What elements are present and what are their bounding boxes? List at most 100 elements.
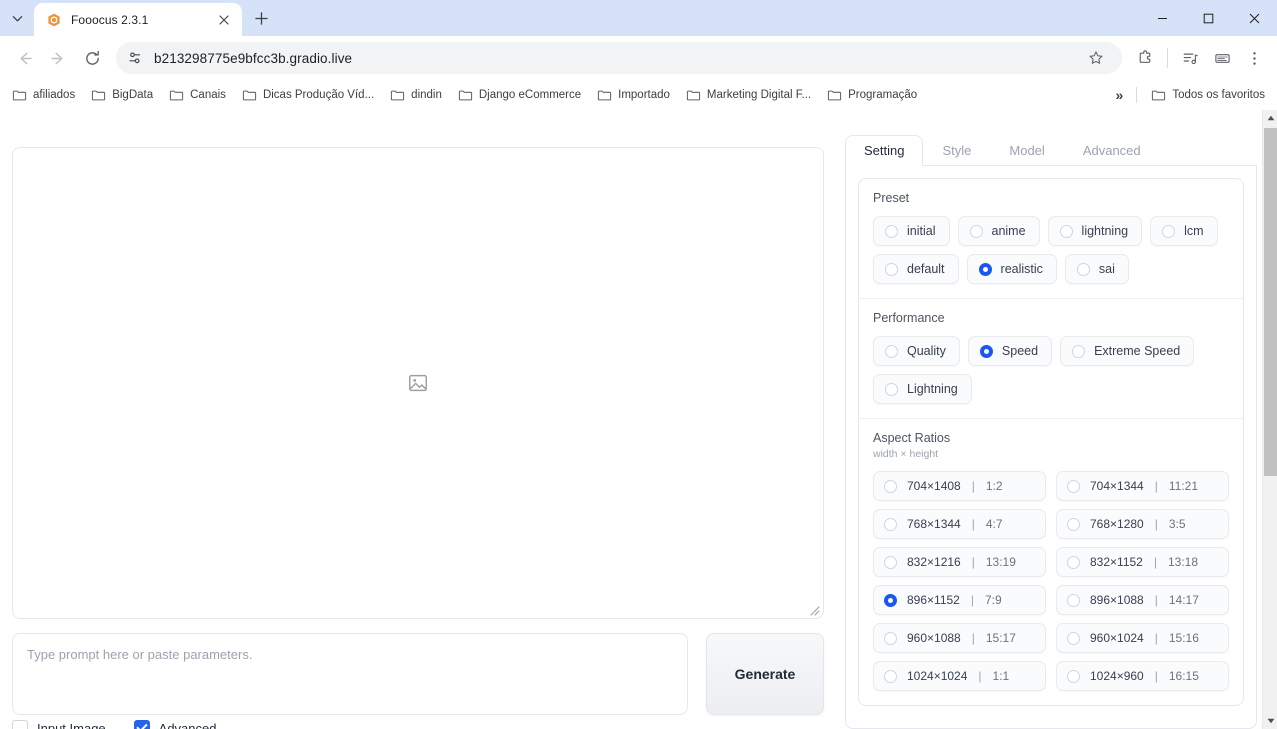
radio-icon[interactable] [885, 262, 898, 276]
options-checkbox-row: Input Image Advanced [12, 720, 216, 729]
chrome-menu-icon[interactable] [1239, 43, 1269, 73]
tab-style[interactable]: Style [923, 135, 990, 166]
bookmark-label: Django eCommerce [478, 89, 582, 101]
image-gallery[interactable] [12, 147, 824, 619]
radio-icon[interactable] [1076, 262, 1090, 276]
radio-icon[interactable] [1067, 593, 1080, 607]
preset-option-anime[interactable]: anime [957, 216, 1040, 246]
aspect-ratio-separator: | [1154, 669, 1158, 683]
performance-option-quality[interactable]: Quality [873, 336, 960, 366]
radio-icon[interactable] [1067, 555, 1080, 569]
bookmark-all-folder[interactable]: Todos os favoritos [1143, 84, 1273, 107]
advanced-checkbox[interactable]: Advanced [133, 720, 216, 729]
bookmarks-overflow-button[interactable]: » [1109, 84, 1131, 106]
preset-option-sai[interactable]: sai [1064, 254, 1129, 284]
aspect-ratio-option[interactable]: 704×1344 | 11:21 [1056, 471, 1229, 501]
close-icon[interactable] [214, 10, 234, 30]
reload-icon[interactable] [76, 42, 108, 74]
bookmark-item[interactable]: afiliados [4, 84, 83, 107]
tab-setting[interactable]: Setting [845, 135, 924, 166]
radio-icon[interactable] [884, 517, 897, 531]
radio-icon-selected[interactable] [978, 262, 992, 276]
aspect-ratio-separator: | [1154, 593, 1158, 607]
radio-icon[interactable] [969, 224, 983, 238]
aspect-ratio-ratio: 1:2 [985, 479, 1003, 493]
checkbox-box[interactable] [12, 720, 28, 729]
aspect-ratio-option[interactable]: 960×1088 | 15:17 [873, 623, 1046, 653]
panel-tabs: Setting Style Model Advanced [845, 132, 1257, 166]
bookmark-item[interactable]: Marketing Digital F... [678, 84, 819, 107]
site-settings-icon[interactable] [124, 47, 146, 69]
prompt-input[interactable] [27, 647, 673, 662]
aspect-ratio-separator: | [971, 555, 975, 569]
performance-option-lightning[interactable]: Lightning [873, 374, 972, 404]
preset-option-realistic[interactable]: realistic [966, 254, 1057, 284]
address-bar[interactable]: b213298775e9bfcc3b.gradio.live [116, 42, 1122, 74]
aspect-ratio-option[interactable]: 1024×1024 | 1:1 [873, 661, 1046, 691]
bookmark-item[interactable]: Dicas Produção Víd... [234, 84, 382, 107]
extensions-puzzle-icon[interactable] [1130, 43, 1160, 73]
new-tab-button[interactable] [244, 1, 278, 35]
aspect-ratio-option[interactable]: 832×1216 | 13:19 [873, 547, 1046, 577]
browser-tab[interactable]: Fooocus 2.3.1 [34, 3, 242, 36]
radio-icon[interactable] [1162, 224, 1176, 238]
radio-icon[interactable] [885, 224, 898, 238]
radio-icon[interactable] [1067, 631, 1080, 645]
performance-option-speed[interactable]: Speed [967, 336, 1053, 366]
page-scrollbar[interactable] [1262, 110, 1277, 729]
radio-icon[interactable] [885, 382, 898, 396]
radio-icon[interactable] [1067, 669, 1080, 683]
reading-list-icon[interactable] [1175, 43, 1205, 73]
radio-icon[interactable] [1059, 224, 1073, 238]
preset-option-lightning[interactable]: lightning [1047, 216, 1143, 246]
prompt-textbox[interactable] [12, 633, 688, 715]
performance-option-extreme-speed[interactable]: Extreme Speed [1060, 336, 1195, 366]
resize-grip-icon[interactable] [808, 603, 820, 616]
input-image-checkbox[interactable]: Input Image [12, 720, 106, 729]
forward-arrow-icon[interactable] [42, 42, 74, 74]
bookmark-item[interactable]: BigData [83, 84, 161, 107]
radio-icon[interactable] [884, 555, 897, 569]
prompt-row: Generate [12, 633, 824, 715]
aspect-ratio-option[interactable]: 960×1024 | 15:16 [1056, 623, 1229, 653]
aspect-ratio-option[interactable]: 832×1152 | 13:18 [1056, 547, 1229, 577]
radio-icon[interactable] [1067, 517, 1080, 531]
radio-icon[interactable] [1067, 479, 1080, 493]
preset-option-lcm[interactable]: lcm [1150, 216, 1218, 246]
tab-search-chevron-icon[interactable] [0, 0, 34, 36]
generate-button[interactable]: Generate [706, 633, 824, 715]
aspect-ratio-option[interactable]: 1024×960 | 16:15 [1056, 661, 1229, 691]
radio-icon-selected[interactable] [884, 593, 897, 607]
bookmark-item[interactable]: Importado [589, 84, 678, 107]
radio-icon-selected[interactable] [979, 344, 993, 358]
window-close-icon[interactable] [1231, 0, 1277, 36]
aspect-ratio-option[interactable]: 704×1408 | 1:2 [873, 471, 1046, 501]
radio-icon[interactable] [884, 479, 897, 493]
radio-icon[interactable] [885, 344, 898, 358]
bookmark-item[interactable]: Canais [161, 84, 234, 107]
bookmark-star-icon[interactable] [1082, 44, 1110, 72]
radio-icon[interactable] [884, 631, 897, 645]
aspect-ratio-option[interactable]: 768×1344 | 4:7 [873, 509, 1046, 539]
tab-advanced[interactable]: Advanced [1064, 135, 1160, 166]
tab-model[interactable]: Model [990, 135, 1063, 166]
preset-option-default[interactable]: default [873, 254, 959, 284]
scroll-up-icon[interactable] [1263, 110, 1277, 126]
browser-essentials-icon[interactable] [1207, 43, 1237, 73]
bookmark-item[interactable]: Django eCommerce [450, 84, 589, 107]
minimize-icon[interactable] [1139, 0, 1185, 36]
scrollbar-thumb[interactable] [1264, 128, 1277, 476]
aspect-ratio-option-selected[interactable]: 896×1152 | 7:9 [873, 585, 1046, 615]
aspect-ratio-option[interactable]: 896×1088 | 14:17 [1056, 585, 1229, 615]
radio-icon[interactable] [884, 669, 897, 683]
radio-icon[interactable] [1072, 344, 1086, 358]
back-arrow-icon[interactable] [8, 42, 40, 74]
bookmark-item[interactable]: Programação [819, 84, 925, 107]
scroll-down-icon[interactable] [1263, 713, 1277, 729]
maximize-icon[interactable] [1185, 0, 1231, 36]
checkbox-box[interactable] [133, 720, 150, 729]
aspect-ratio-option[interactable]: 768×1280 | 3:5 [1056, 509, 1229, 539]
preset-option-initial[interactable]: initial [873, 216, 950, 246]
aspect-ratio-ratio: 3:5 [1168, 517, 1186, 531]
bookmark-item[interactable]: dindin [382, 84, 450, 107]
